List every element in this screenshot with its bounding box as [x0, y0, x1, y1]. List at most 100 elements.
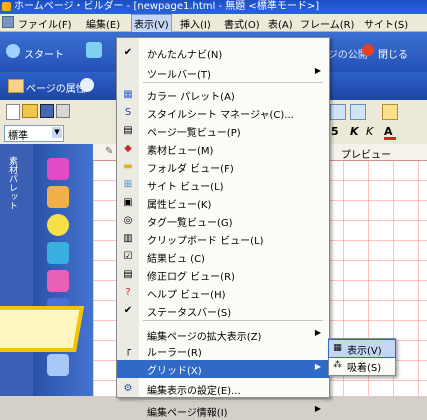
view-menu: ✔ かんたんナビ(N) ツールバー(T) ▶ ▦ カラー パレット(A) S スタイルシート …: [116, 37, 330, 419]
print-icon[interactable]: [56, 104, 70, 118]
menu-item-label: 編集ページ情報(I): [147, 408, 228, 419]
menu-site[interactable]: サイト(S): [364, 16, 408, 31]
submenu-item[interactable]: ▦ 表示(V): [328, 339, 396, 358]
menu-item[interactable]: ┌ ルーラー(R): [117, 342, 329, 360]
tab-preview[interactable]: プレビュー: [341, 146, 391, 161]
menu-format[interactable]: 書式(O): [224, 16, 260, 31]
start-icon: [6, 44, 20, 58]
menu-item-label: 修正ログ ビュー(R): [147, 272, 235, 283]
submenu-arrow-icon: ▶: [314, 362, 321, 371]
clipboard-icon: ▥: [123, 233, 133, 244]
menu-item-label: ツールバー(T): [147, 70, 211, 81]
italic-icon[interactable]: K: [350, 125, 359, 138]
material-palette-tab[interactable]: 素材パレット: [0, 144, 33, 396]
menu-item[interactable]: ◎ タグ一覧ビュー(G): [117, 212, 329, 230]
callout-highlight: [0, 306, 85, 352]
palette-item-icon[interactable]: [47, 158, 69, 180]
app-icon: [2, 2, 11, 11]
menu-file[interactable]: ファイル(F): [18, 16, 72, 31]
menu-item-label: 編集表示の設定(E)...: [147, 386, 241, 397]
log-icon: ▤: [123, 269, 133, 280]
menu-item-label: スタイルシート マネージャ(C)...: [147, 110, 294, 121]
help-icon: ?: [125, 287, 131, 298]
submenu-item-label: 吸着(S): [347, 363, 382, 374]
palette-tab-label: 素材パレット: [7, 156, 17, 210]
table-tool-icon[interactable]: [330, 104, 346, 120]
palette-item-icon[interactable]: [47, 242, 69, 264]
wizard-icon[interactable]: [86, 42, 102, 58]
palette-item-icon[interactable]: [47, 354, 69, 376]
menu-item-label: ルーラー(R): [147, 348, 202, 359]
font-color-icon[interactable]: A: [384, 125, 396, 140]
submenu-item[interactable]: ⁂ 吸着(S): [329, 357, 395, 374]
menu-item[interactable]: ⊞ サイト ビュー(L): [117, 176, 329, 194]
menu-item[interactable]: ◆ 素材ビュー(M): [117, 140, 329, 158]
menu-separator: [143, 400, 323, 401]
menu-item[interactable]: ☑ 結果ビュ (C): [117, 248, 329, 266]
menu-item[interactable]: ? ヘルプ ビュー(H): [117, 284, 329, 302]
menu-item[interactable]: ✔ ステータスバー(S): [117, 302, 329, 320]
page-properties-icon: [8, 79, 24, 93]
font-size-value[interactable]: 5: [331, 125, 339, 138]
menu-item[interactable]: 編集ページ情報(I) ▶: [117, 402, 329, 420]
menu-item[interactable]: ▤ ページ一覧ビュー(P): [117, 122, 329, 140]
close-page-button[interactable]: 閉じる: [378, 46, 408, 61]
menu-item[interactable]: ▥ クリップボード ビュー(L): [117, 230, 329, 248]
folder-icon: ▬: [123, 161, 133, 172]
image-tool-icon[interactable]: [350, 104, 366, 120]
tag-list-icon: ◎: [123, 215, 133, 226]
italic-alt-icon[interactable]: K: [366, 125, 373, 138]
page-properties-button[interactable]: ページの属性: [26, 80, 86, 95]
menu-item-label: タグ一覧ビュー(G): [147, 218, 233, 229]
menu-item[interactable]: ▬ フォルダ ビュー(F): [117, 158, 329, 176]
close-page-icon[interactable]: [362, 44, 374, 56]
menu-item[interactable]: ▦ カラー パレット(A): [117, 86, 329, 104]
menu-item-label: カラー パレット(A): [147, 92, 235, 103]
palette-item-icon[interactable]: [47, 186, 69, 208]
grid-display-icon: ▦: [333, 343, 342, 353]
style-select[interactable]: 標準 ▼: [4, 125, 64, 142]
materials-icon: ◆: [124, 143, 132, 154]
snap-icon: ⁂: [333, 360, 342, 370]
style-select-value: 標準: [8, 131, 28, 142]
attributes-icon: ▣: [123, 197, 133, 208]
edit-tool-icon[interactable]: [382, 104, 398, 120]
chevron-down-icon[interactable]: ▼: [52, 127, 62, 138]
menu-item[interactable]: ⚙ 編集表示の設定(E)...: [117, 380, 329, 398]
palette-item-icon[interactable]: [47, 214, 69, 236]
check-icon[interactable]: [80, 78, 94, 92]
doc-icon: [2, 16, 14, 28]
menu-item[interactable]: ✔ かんたんナビ(N): [117, 44, 329, 62]
menu-item[interactable]: ▣ 属性ビュー(K): [117, 194, 329, 212]
new-page-icon[interactable]: [6, 104, 20, 120]
menu-item-label: ページ一覧ビュー(P): [147, 128, 241, 139]
open-folder-icon[interactable]: [22, 104, 38, 118]
palette-item-icon[interactable]: [47, 270, 69, 292]
start-button[interactable]: スタート: [24, 46, 64, 61]
menu-item[interactable]: グリッド(X) ▶: [117, 360, 329, 378]
menu-separator: [143, 82, 323, 83]
pencil-icon: ✎: [105, 146, 114, 157]
menu-table[interactable]: 表(A): [268, 16, 293, 31]
submenu-item-label: 表示(V): [347, 346, 382, 357]
stylesheet-icon: S: [124, 107, 132, 118]
menu-item-label: サイト ビュー(L): [147, 182, 224, 193]
palette-icon: ▦: [123, 89, 133, 100]
menu-item-label: 属性ビュー(K): [147, 200, 212, 211]
menu-item[interactable]: S スタイルシート マネージャ(C)...: [117, 104, 329, 122]
menu-edit[interactable]: 編集(E): [86, 16, 120, 31]
site-icon: ⊞: [123, 179, 133, 190]
menu-frame[interactable]: フレーム(R): [300, 16, 354, 31]
menu-item-label: フォルダ ビュー(F): [147, 164, 234, 175]
menu-item[interactable]: ▤ 修正ログ ビュー(R): [117, 266, 329, 284]
save-icon[interactable]: [40, 104, 54, 118]
menu-separator: [143, 320, 323, 321]
menu-item-label: クリップボード ビュー(L): [147, 236, 264, 247]
menu-bar: ファイル(F) 編集(E) 表示(V) 挿入(I) 書式(O) 表(A) フレー…: [0, 14, 427, 33]
menu-item-label: グリッド(X): [147, 366, 202, 377]
menu-view[interactable]: 表示(V): [131, 14, 172, 33]
menu-item-label: 素材ビュー(M): [147, 146, 214, 157]
menu-insert[interactable]: 挿入(I): [180, 16, 211, 31]
menu-item[interactable]: ツールバー(T) ▶: [117, 64, 329, 82]
submenu-arrow-icon: ▶: [314, 404, 321, 413]
